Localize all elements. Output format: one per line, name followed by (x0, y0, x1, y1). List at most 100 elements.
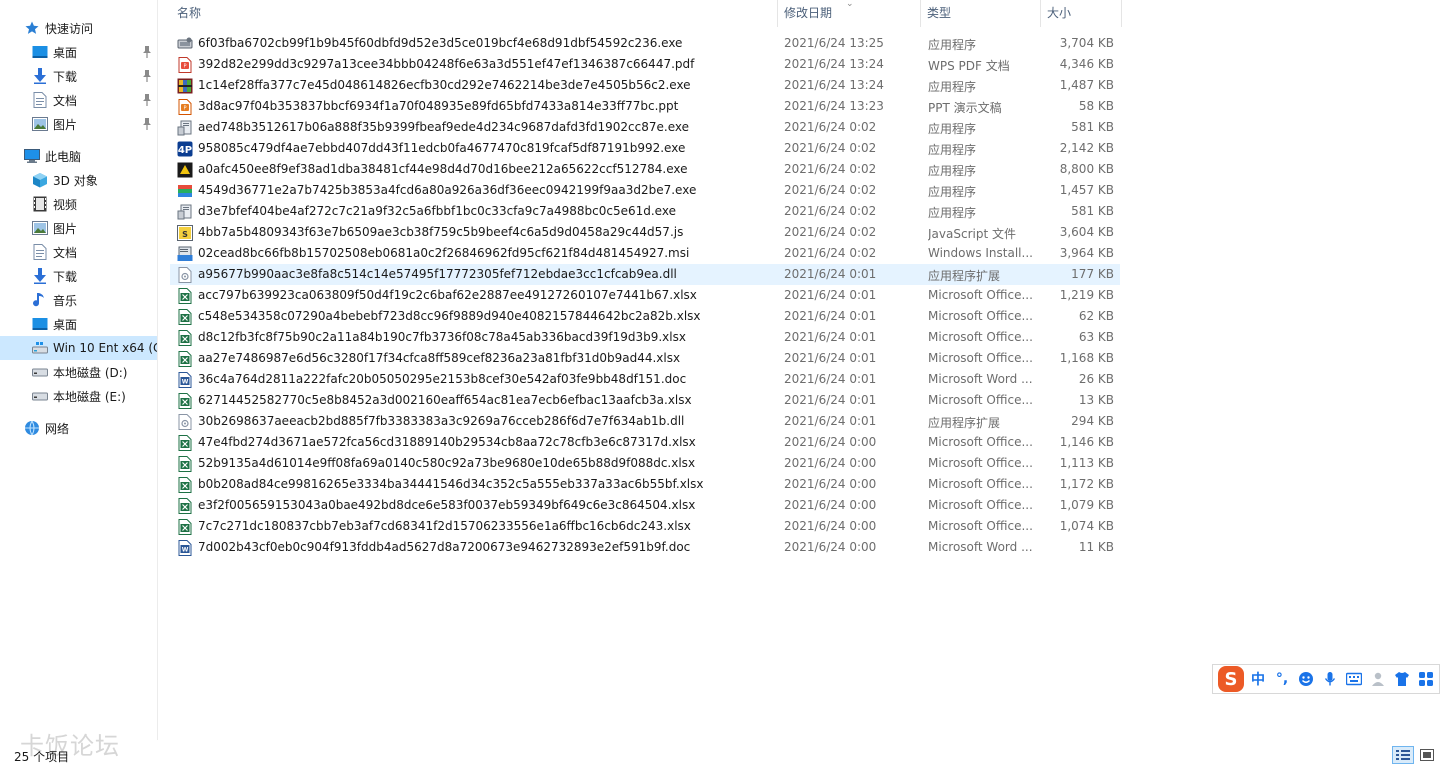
nav-item[interactable]: 图片 (0, 216, 157, 240)
file-row[interactable]: a0afc450ee8f9ef38ad1dba38481cf44e98d4d70… (170, 159, 1120, 180)
file-row[interactable]: aa27e7486987e6d56c3280f17f34cfca8ff589ce… (170, 348, 1120, 369)
nav-item[interactable]: 本地磁盘 (D:) (0, 360, 157, 384)
column-header-type[interactable]: 类型 (920, 0, 1041, 27)
file-type: 应用程序 (928, 38, 977, 52)
file-row[interactable]: c548e534358c07290a4bebebf723d8cc96f9889d… (170, 306, 1120, 327)
file-type: 应用程序扩展 (928, 269, 1001, 283)
network-icon (24, 420, 40, 436)
file-type: Microsoft Word ... (928, 540, 1033, 554)
details-view-button[interactable] (1392, 746, 1414, 764)
file-name: c548e534358c07290a4bebebf723d8cc96f9889d… (198, 309, 701, 323)
svg-text:P: P (183, 106, 186, 112)
file-row[interactable]: 4P 958085c479df4ae7ebbd407dd43f11edcb0fa4… (170, 138, 1120, 159)
nav-item-label: Win 10 Ent x64 (C (53, 341, 157, 355)
nav-item[interactable]: 本地磁盘 (E:) (0, 384, 157, 408)
svg-text:4P: 4P (178, 145, 192, 156)
file-row[interactable]: S 4bb7a5b4809343f63e7b6509ae3cb38f759c5b9… (170, 222, 1120, 243)
file-name: d8c12fb3fc8f75b90c2a11a84b190c7fb3736f08… (198, 330, 686, 344)
file-type: 应用程序 (928, 185, 977, 199)
large-icons-view-button[interactable] (1416, 746, 1438, 764)
file-type: 应用程序扩展 (928, 416, 1001, 430)
file-row[interactable]: 62714452582770c5e8b8452a3d002160eaff654a… (170, 390, 1120, 411)
file-row[interactable]: 47e4fbd274d3671ae572fca56cd31889140b2953… (170, 432, 1120, 453)
nav-item[interactable]: Win 10 Ent x64 (C (0, 336, 157, 360)
nav-item-label: 图片 (53, 117, 78, 132)
column-header-name[interactable]: 名称 (170, 0, 778, 27)
file-date: 2021/6/24 13:23 (784, 99, 884, 113)
svg-text:S: S (182, 230, 188, 239)
file-date: 2021/6/24 0:00 (784, 456, 877, 470)
file-type: Microsoft Office... (928, 393, 1033, 407)
keyboard-icon[interactable] (1342, 667, 1366, 691)
nav-item[interactable]: 视频 (0, 192, 157, 216)
column-header-date[interactable]: 修改日期 (777, 0, 921, 27)
file-date: 2021/6/24 0:01 (784, 351, 877, 365)
file-type: Microsoft Office... (928, 456, 1033, 470)
file-row[interactable]: P 392d82e299dd3c9297a13cee34bbb04248f6e63… (170, 54, 1120, 75)
sogou-logo-icon[interactable]: S (1216, 665, 1246, 693)
file-date: 2021/6/24 13:25 (784, 36, 884, 50)
dark-exe-icon (177, 162, 193, 178)
file-row[interactable]: d3e7bfef404be4af272c7c21a9f32c5a6fbbf1bc… (170, 201, 1120, 222)
ime-mode-button[interactable]: 中 (1246, 667, 1270, 691)
user-icon[interactable] (1366, 667, 1390, 691)
file-row[interactable]: e3f2f005659153043a0bae492bd8dce6e583f003… (170, 495, 1120, 516)
status-item-count: 25 个项目 (14, 750, 70, 764)
nav-item[interactable]: 下载 (0, 264, 157, 288)
nav-item[interactable]: 文档 (0, 88, 157, 112)
file-row[interactable]: W 36c4a764d2811a222fafc20b05050295e2153b8… (170, 369, 1120, 390)
video-icon (32, 196, 48, 212)
file-row[interactable]: 4549d36771e2a7b7425b3853a4fcd6a80a926a36… (170, 180, 1120, 201)
file-row[interactable]: 30b2698637aeeacb2bd885f7fb3383383a3c9269… (170, 411, 1120, 432)
file-type: Microsoft Office... (928, 288, 1033, 302)
microphone-icon[interactable] (1318, 667, 1342, 691)
toolbox-icon[interactable] (1414, 667, 1438, 691)
emoji-icon[interactable] (1294, 667, 1318, 691)
nav-item[interactable]: 快速访问 (0, 16, 157, 40)
ppt-icon: P (177, 99, 193, 115)
nav-item[interactable]: 文档 (0, 240, 157, 264)
xlsx-icon (177, 288, 193, 304)
file-row[interactable]: acc797b639923ca063809f50d4f19c2c6baf62e2… (170, 285, 1120, 306)
nav-item-label: 3D 对象 (53, 173, 98, 188)
file-row[interactable]: 02cead8bc66fb8b15702508eb0681a0c2f268469… (170, 243, 1120, 264)
file-row[interactable]: 6f03fba6702cb99f1b9b45f60dbfd9d52e3d5ce0… (170, 33, 1120, 54)
file-row[interactable]: d8c12fb3fc8f75b90c2a11a84b190c7fb3736f08… (170, 327, 1120, 348)
file-name: 62714452582770c5e8b8452a3d002160eaff654a… (198, 393, 692, 407)
file-row[interactable]: 7c7c271dc180837cbb7eb3af7cd68341f2d15706… (170, 516, 1120, 537)
file-row[interactable]: P 3d8ac97f04b353837bbcf6934f1a70f048935e8… (170, 96, 1120, 117)
file-row[interactable]: 52b9135a4d61014e9ff08fa69a0140c580c92a73… (170, 453, 1120, 474)
file-row[interactable]: 1c14ef28ffa377c7e45d048614826ecfb30cd292… (170, 75, 1120, 96)
skin-icon[interactable] (1390, 667, 1414, 691)
file-row[interactable]: aed748b3512617b06a888f35b9399fbeaf9ede4d… (170, 117, 1120, 138)
nav-item[interactable]: 下载 (0, 64, 157, 88)
file-date: 2021/6/24 0:01 (784, 414, 877, 428)
file-type: Windows Install... (928, 246, 1033, 260)
ime-punct-button[interactable]: °, (1270, 667, 1294, 691)
column-header-size[interactable]: 大小 (1040, 0, 1122, 27)
nav-item[interactable]: 桌面 (0, 312, 157, 336)
books-exe-icon (177, 183, 193, 199)
file-size: 4,346 KB (1059, 57, 1114, 71)
file-row[interactable]: W 7d002b43cf0eb0c904f913fddb4ad5627d8a720… (170, 537, 1120, 558)
file-date: 2021/6/24 0:00 (784, 435, 877, 449)
nav-item[interactable]: 此电脑 (0, 144, 157, 168)
file-type: JavaScript 文件 (928, 227, 1016, 241)
file-row[interactable]: a95677b990aac3e8fa8c514c14e57495f1777230… (170, 264, 1120, 285)
xlsx-icon (177, 435, 193, 451)
setup-exe-icon (177, 120, 193, 136)
nav-item[interactable]: 图片 (0, 112, 157, 136)
pdf-icon: P (177, 57, 193, 73)
file-date: 2021/6/24 0:01 (784, 309, 877, 323)
nav-item[interactable]: 网络 (0, 416, 157, 440)
file-size: 62 KB (1078, 309, 1114, 323)
file-row[interactable]: b0b208ad84ce99816265e3334ba34441546d34c3… (170, 474, 1120, 495)
file-name: 4549d36771e2a7b7425b3853a4fcd6a80a926a36… (198, 183, 697, 197)
file-size: 1,079 KB (1059, 498, 1114, 512)
file-date: 2021/6/24 13:24 (784, 78, 884, 92)
nav-item[interactable]: 音乐 (0, 288, 157, 312)
document-icon (32, 92, 48, 108)
nav-item[interactable]: 桌面 (0, 40, 157, 64)
nav-item[interactable]: 3D 对象 (0, 168, 157, 192)
system-drive-icon (32, 340, 48, 356)
